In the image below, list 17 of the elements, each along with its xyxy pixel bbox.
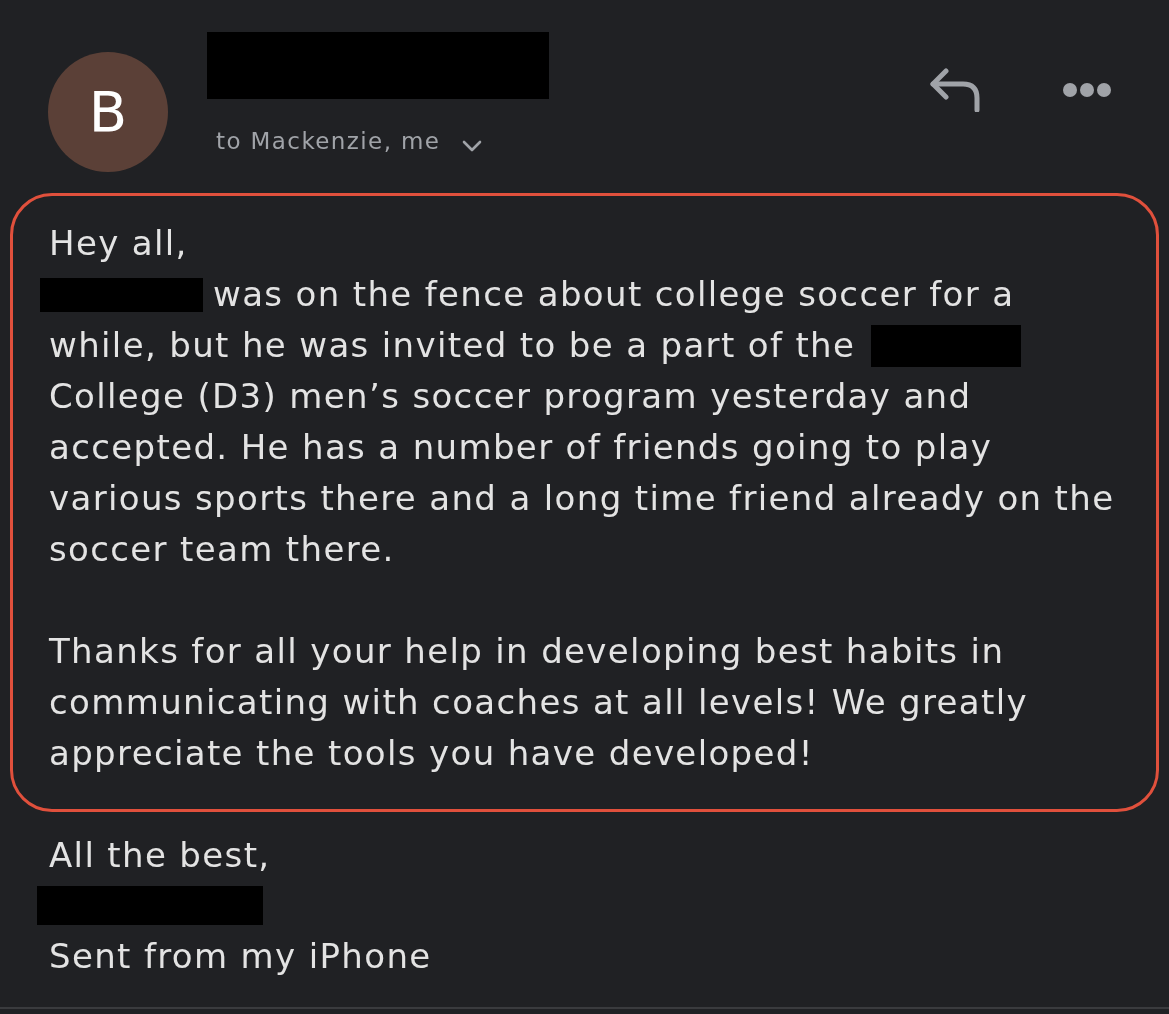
more-options-icon[interactable]: [1063, 83, 1111, 97]
body-text: accepted. He has a number of friends going to play: [49, 427, 993, 468]
footer-text: Sent from my iPhone: [49, 936, 432, 977]
body-text: soccer team there.: [49, 529, 395, 570]
body-text: while, but he was invited to be a part of the: [49, 325, 856, 366]
chevron-down-icon[interactable]: [462, 140, 483, 153]
reply-icon[interactable]: [929, 68, 981, 112]
body-text: was on the fence about college soccer for a: [213, 274, 1015, 315]
body-text: appreciate the tools you have developed!: [49, 733, 814, 774]
body-text: College (D3) men’s soccer program yesterday and: [49, 376, 972, 417]
avatar-circle: B: [48, 52, 168, 172]
body-text: various sports there and a long time friend already on the: [49, 478, 1115, 519]
closing-text: All the best,: [49, 835, 271, 876]
body-text: Hey all,: [49, 223, 188, 264]
recipients-text: to Mackenzie, me: [216, 127, 441, 156]
body-text: communicating with coaches at all levels! We greatly: [49, 682, 1028, 723]
body-text: Thanks for all your help in developing best habits in: [49, 631, 1005, 672]
